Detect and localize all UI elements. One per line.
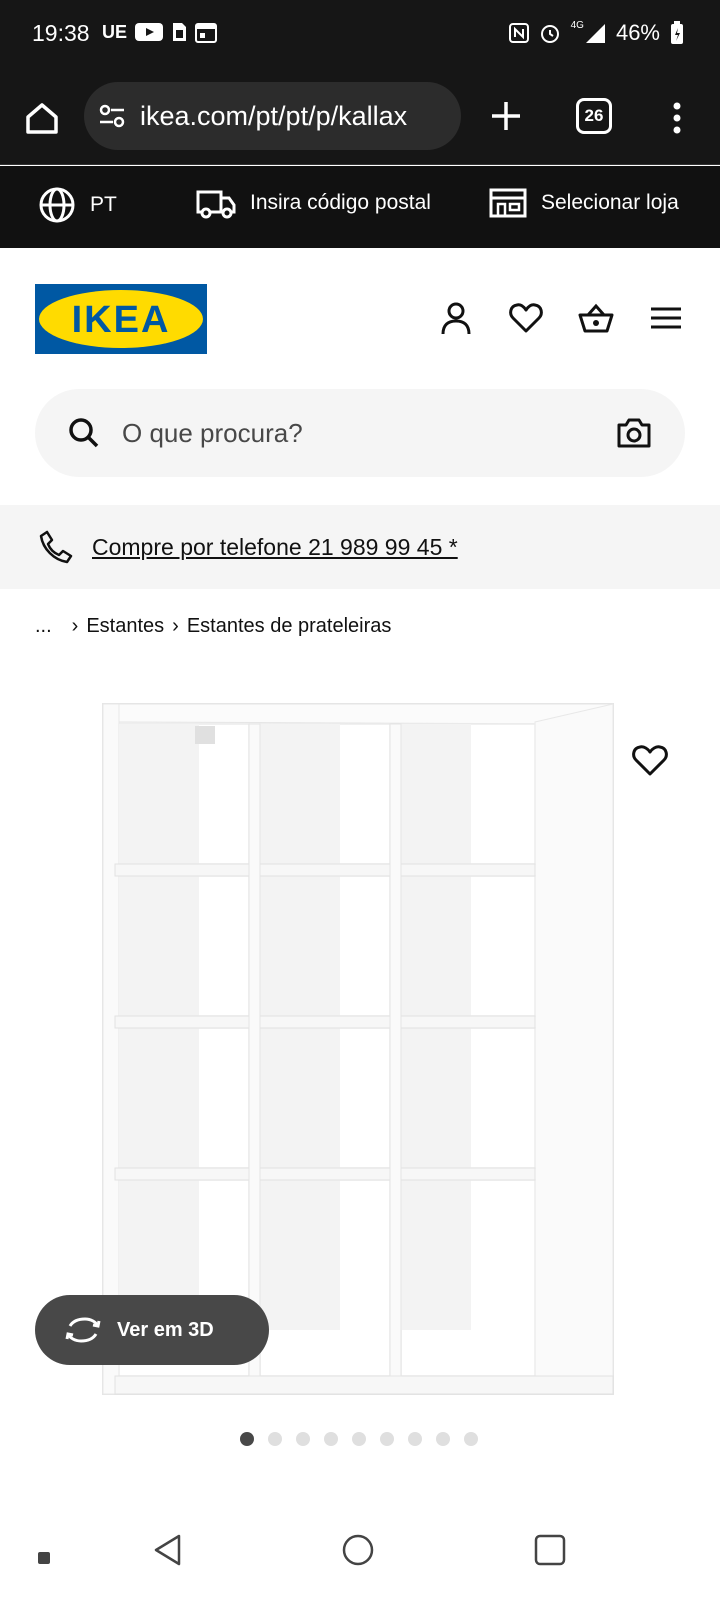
plus-icon[interactable] (486, 96, 526, 136)
recents-icon[interactable] (532, 1532, 568, 1568)
user-icon[interactable] (438, 300, 474, 336)
wishlist-heart-icon[interactable] (630, 740, 670, 780)
postal-code-button[interactable]: Insira código postal (196, 186, 431, 220)
carousel-dot[interactable] (464, 1432, 478, 1446)
utility-bar: PT Insira código postal Selecionar loja (0, 166, 720, 248)
address-bar[interactable]: ikea.com/pt/pt/p/kallax (84, 82, 461, 150)
phone-order-link[interactable]: Compre por telefone 21 989 99 45 * (92, 534, 458, 561)
carousel-dots (240, 1432, 478, 1446)
tune-icon[interactable] (98, 102, 126, 130)
store-icon (489, 188, 527, 218)
carousel-dot[interactable] (240, 1432, 254, 1446)
status-system-icons: 4G 46% (508, 20, 684, 46)
camera-icon[interactable] (616, 415, 652, 451)
breadcrumb-item-estantes[interactable]: Estantes (86, 615, 164, 638)
carousel-dot[interactable] (436, 1432, 450, 1446)
view-3d-button[interactable]: Ver em 3D (35, 1295, 269, 1365)
alarm-icon (540, 25, 559, 43)
carousel-dot[interactable] (324, 1432, 338, 1446)
more-vert-icon[interactable] (662, 98, 692, 138)
home-circle-icon[interactable] (340, 1532, 376, 1568)
network-type: 4G (570, 20, 584, 31)
url-text: ikea.com/pt/pt/p/kallax (140, 100, 408, 131)
search-icon (69, 418, 99, 448)
ikea-logo[interactable]: IKEA (35, 284, 207, 354)
status-time: 19:38 (32, 20, 90, 46)
heart-icon[interactable] (508, 300, 544, 336)
language-selector[interactable]: PT (38, 186, 117, 224)
hamburger-icon[interactable] (648, 300, 684, 336)
signal-icon (585, 24, 605, 43)
carousel-dot[interactable] (380, 1432, 394, 1446)
store-selector[interactable]: Selecionar loja (489, 186, 679, 220)
basket-icon[interactable] (578, 300, 614, 336)
battery-icon (671, 21, 683, 44)
phone-icon (39, 530, 73, 564)
carousel-dot[interactable] (352, 1432, 366, 1446)
rotate-3d-icon (65, 1317, 101, 1343)
breadcrumb-separator: › (71, 615, 79, 637)
home-icon[interactable] (22, 98, 62, 138)
carrier-badge: UE (102, 21, 128, 42)
battery-percent: 46% (615, 20, 660, 45)
nfc-icon (508, 23, 529, 43)
calendar-icon (195, 23, 218, 43)
store-label: Selecionar loja (541, 191, 679, 214)
truck-icon (196, 190, 236, 219)
browser-toolbar: ikea.com/pt/pt/p/kallax 26 (0, 68, 720, 165)
search-input[interactable]: O que procura? (122, 418, 616, 449)
back-icon[interactable] (150, 1532, 186, 1568)
search-bar[interactable]: O que procura? (35, 389, 685, 477)
postal-code-label: Insira código postal (250, 191, 431, 214)
nav-indicator-icon (38, 1552, 50, 1564)
carousel-dot[interactable] (296, 1432, 310, 1446)
sim-icon (173, 23, 187, 41)
youtube-icon (135, 23, 164, 41)
breadcrumb-separator: › (172, 615, 179, 637)
language-label: PT (90, 193, 117, 216)
status-bar: 19:38 UE 4G 46% (0, 0, 720, 68)
breadcrumb-ellipsis[interactable]: ... (35, 615, 52, 638)
breadcrumb-item-prateleiras[interactable]: Estantes de prateleiras (187, 615, 392, 638)
header-actions (438, 300, 684, 336)
carousel-dot[interactable] (408, 1432, 422, 1446)
status-notification-icons: UE (102, 21, 218, 43)
logo-text: IKEA (72, 299, 171, 341)
phone-order-bar: Compre por telefone 21 989 99 45 * (0, 505, 720, 589)
view-3d-label: Ver em 3D (117, 1318, 214, 1341)
globe-icon (39, 187, 75, 223)
carousel-dot[interactable] (268, 1432, 282, 1446)
system-nav-bar (0, 1510, 720, 1600)
breadcrumb: ... › Estantes › Estantes de prateleiras (35, 615, 391, 638)
tabs-button[interactable]: 26 (576, 98, 612, 134)
